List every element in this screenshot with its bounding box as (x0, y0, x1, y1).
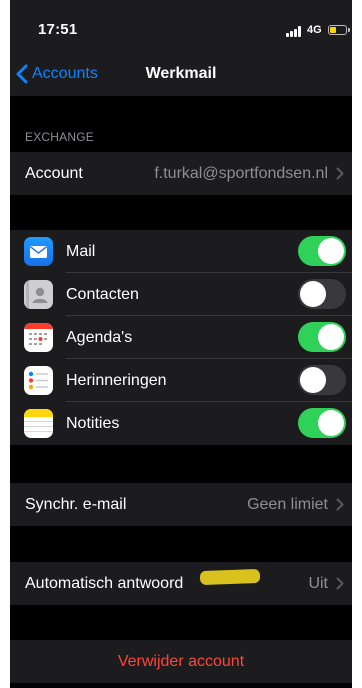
sync-item-mail: Mail (10, 230, 352, 273)
delete-account-label: Verwijder account (117, 652, 245, 670)
phone-screen: 17:51 4G Accounts Werkmail EXCHANGE Acco… (10, 0, 352, 688)
chevron-right-icon (336, 498, 344, 511)
account-label: Account (25, 164, 83, 182)
sync-item-reminders: Herinneringen (10, 359, 352, 402)
contacts-toggle[interactable] (298, 279, 346, 309)
sync-mail-label: Synchr. e-mail (25, 495, 127, 513)
auto-reply-label: Automatisch antwoord (25, 574, 184, 592)
sync-item-label: Notities (66, 414, 120, 432)
account-row[interactable]: Account f.turkal@sportfondsen.nl (10, 152, 352, 195)
sync-item-label: Herinneringen (66, 371, 167, 389)
chevron-right-icon (336, 577, 344, 590)
notes-toggle[interactable] (298, 408, 346, 438)
sync-item-label: Contacten (66, 285, 139, 303)
sync-item-contacts: Contacten (10, 273, 352, 316)
page-title: Werkmail (145, 65, 217, 82)
mail-toggle[interactable] (298, 236, 346, 266)
redaction-mark (199, 568, 261, 586)
signal-icon (286, 26, 304, 37)
section-header-exchange: EXCHANGE (25, 130, 94, 144)
auto-reply-row[interactable]: Automatisch antwoord Uit (10, 562, 352, 605)
auto-reply-value: Uit (308, 574, 328, 592)
battery-icon (328, 25, 350, 35)
contacts-icon (24, 280, 53, 309)
sync-item-notes: Notities (10, 402, 352, 445)
sync-mail-value: Geen limiet (247, 495, 328, 513)
account-email: f.turkal@sportfondsen.nl (154, 164, 328, 182)
mail-icon (24, 237, 53, 266)
reminders-icon (24, 366, 53, 395)
network-type: 4G (307, 24, 322, 36)
delete-account-group: Verwijder account (10, 640, 352, 683)
delete-account-button[interactable]: Verwijder account (10, 640, 352, 683)
sync-mail-row[interactable]: Synchr. e-mail Geen limiet (10, 483, 352, 526)
sync-item-label: Agenda's (66, 328, 133, 346)
sync-items-group: Mail Contacten Agenda's Herinneringen No… (10, 230, 352, 445)
sync-mail-group: Synchr. e-mail Geen limiet (10, 483, 352, 526)
sync-item-label: Mail (66, 242, 96, 260)
reminders-toggle[interactable] (298, 365, 346, 395)
status-bar: 17:51 4G (10, 0, 352, 52)
account-group: Account f.turkal@sportfondsen.nl (10, 152, 352, 195)
screen: 17:51 4G Accounts Werkmail EXCHANGE Acco… (0, 0, 362, 688)
auto-reply-group: Automatisch antwoord Uit (10, 562, 352, 605)
status-time: 17:51 (38, 21, 78, 38)
calendar-icon (24, 323, 53, 352)
calendar-toggle[interactable] (298, 322, 346, 352)
chevron-right-icon (336, 167, 344, 180)
sync-item-calendar: Agenda's (10, 316, 352, 359)
notes-icon (24, 409, 53, 438)
